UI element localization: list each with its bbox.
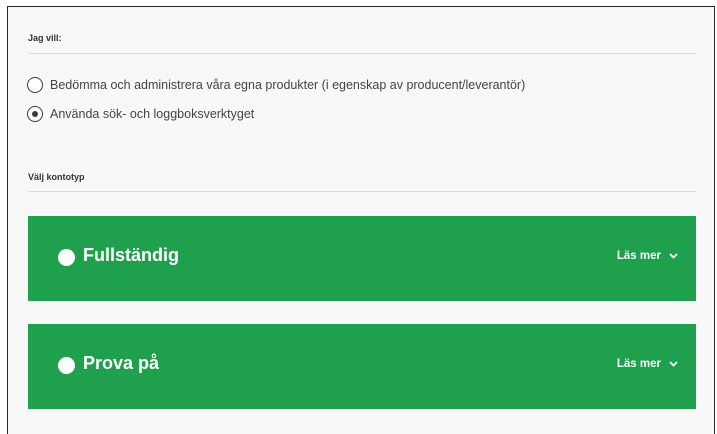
radio-selected-dot <box>32 111 38 117</box>
registration-panel: Jag vill: Bedömma och administrera våra … <box>7 6 715 434</box>
intent-option-label: Använda sök- och loggboksverktyget <box>50 107 255 121</box>
read-more-label: Läs mer <box>616 250 661 262</box>
chevron-down-icon <box>669 358 678 370</box>
chevron-down-icon <box>669 250 678 262</box>
radio-icon[interactable] <box>58 357 75 374</box>
intent-option-producer[interactable]: Bedömma och administrera våra egna produ… <box>27 77 525 93</box>
radio-icon[interactable] <box>27 77 43 93</box>
account-card-full[interactable]: Fullständig Läs mer <box>28 216 696 301</box>
intent-option-label: Bedömma och administrera våra egna produ… <box>50 78 526 92</box>
radio-icon[interactable] <box>27 106 43 122</box>
intent-heading: Jag vill: <box>28 33 62 43</box>
read-more-link[interactable]: Läs mer <box>617 358 678 370</box>
account-card-title: Prova på <box>83 353 160 373</box>
divider <box>28 53 696 54</box>
radio-icon[interactable] <box>58 249 75 266</box>
account-card-trial[interactable]: Prova på Läs mer <box>28 324 696 409</box>
read-more-link[interactable]: Läs mer <box>617 250 678 262</box>
divider <box>28 191 696 192</box>
read-more-label: Läs mer <box>616 358 661 370</box>
account-card-title: Fullständig <box>83 245 179 265</box>
account-type-heading: Välj kontotyp <box>28 172 85 182</box>
intent-option-search-tool[interactable]: Använda sök- och loggboksverktyget <box>27 106 254 122</box>
